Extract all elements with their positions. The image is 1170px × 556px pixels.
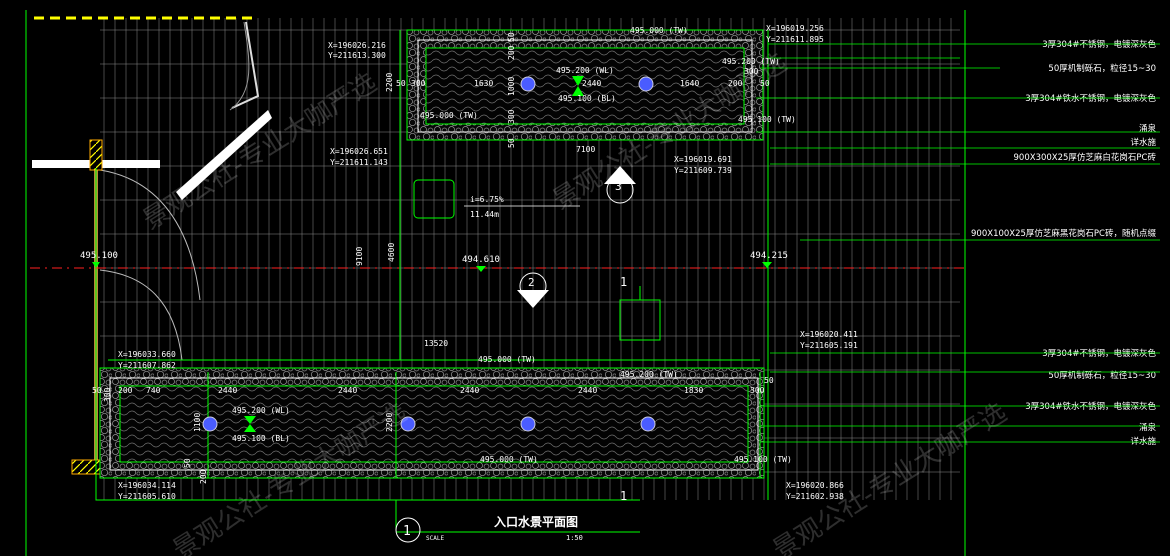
level-right: 494.215 <box>750 251 788 261</box>
coord-f-x: X=196020.411 <box>800 330 858 339</box>
bot-tw-top: 495.000 (TW) <box>478 355 536 364</box>
dim-top-4: 1640 <box>680 79 699 88</box>
annotation-layer: 495.100 494.610 494.215 495.000 (TW) 495… <box>80 24 1160 556</box>
dim-bot-6: 2440 <box>578 386 597 395</box>
detail-ref-2: 2 <box>517 272 549 308</box>
dim-bot-8: 300 <box>750 386 765 395</box>
top-wl: 495.200 (WL) <box>556 66 614 75</box>
coord-h-x: X=196020.866 <box>786 481 844 490</box>
note-top-4: 详水施 <box>1130 137 1156 148</box>
dim-top-v5: 50 <box>507 138 516 148</box>
dim-top-v3: 1000 <box>507 77 516 96</box>
dim-bot-5: 2440 <box>460 386 479 395</box>
note-bot-3: 涌泉 <box>1139 422 1157 433</box>
coord-b-x: X=196019.256 <box>766 24 824 33</box>
level-marker <box>92 262 100 268</box>
dim-bot-v1: 1100 <box>193 413 202 432</box>
coord-b-y: Y=211611.895 <box>766 35 824 44</box>
section-mark-bottom: 1 <box>620 489 627 503</box>
coord-g-x: X=196034.114 <box>118 481 176 490</box>
dimension-labels: 50 300 1630 2440 1640 200 300 50 7100 22… <box>92 32 774 484</box>
dim-bot-7: 1830 <box>684 386 703 395</box>
bot-tw-br: 495.100 (TW) <box>734 455 792 464</box>
note-top-1: 50厚机制砾石，粒径15~30 <box>1048 63 1156 74</box>
note-bot-4: 详水施 <box>1130 436 1156 447</box>
top-tw-br: 495.100 (TW) <box>738 115 796 124</box>
coord-a-x: X=196026.216 <box>328 41 386 50</box>
title-block: 1 入口水景平面图 SCALE 1:50 <box>395 514 583 543</box>
dim-top-2: 1630 <box>474 79 493 88</box>
coord-f-y: Y=211605.191 <box>800 341 858 350</box>
coord-g-y: Y=211605.610 <box>118 492 176 501</box>
level-left: 495.100 <box>80 251 118 261</box>
coord-a-y: Y=211613.300 <box>328 51 386 60</box>
material-notes-top: 3厚304#不锈钢，电镀深灰色 50厚机制砾石，粒径15~30 3厚304#铁水… <box>1014 39 1157 163</box>
note-top-0: 3厚304#不锈钢，电镀深灰色 <box>1042 39 1156 50</box>
dim-bot-v0: 300 <box>103 387 112 402</box>
top-tw-top: 495.000 (TW) <box>630 26 688 35</box>
slope-len: 11.44m <box>470 210 499 219</box>
level-marker <box>762 262 772 268</box>
coord-e-y: Y=211607.862 <box>118 361 176 370</box>
dim-bot-v2: 50 <box>183 458 192 468</box>
dim-top-v4: 300 <box>507 109 516 124</box>
bot-tw-right: 495.200 (TW) <box>620 370 678 379</box>
dim-top-width: 7100 <box>576 145 595 154</box>
coord-d-x: X=196019.691 <box>674 155 732 164</box>
dim-bot-v3: 200 <box>199 469 208 484</box>
dim-bot-1: 200 <box>118 386 133 395</box>
dim-bot-9: 50 <box>764 376 774 385</box>
coord-e-x: X=196033.660 <box>118 350 176 359</box>
note-top-5: 900X300X25厚仿芝麻白花岗石PC砖 <box>1014 152 1157 163</box>
scale-value: 1:50 <box>566 534 583 542</box>
detail-ref-2-num: 2 <box>528 276 535 289</box>
bot-wl: 495.200 (WL) <box>232 406 290 415</box>
dim-top-v0: 2200 <box>385 73 394 92</box>
level-mid: 494.610 <box>462 255 500 265</box>
top-bl: 495.100 (BL) <box>558 94 616 103</box>
cad-drawing: 495.100 494.610 494.215 495.000 (TW) 495… <box>0 0 1170 556</box>
coord-d-y: Y=211609.739 <box>674 166 732 175</box>
bot-tw-bottom: 495.000 (TW) <box>480 455 538 464</box>
watermark-4: 景观公社-专业大咖严选 <box>768 398 1012 556</box>
sheet-number: 1 <box>403 524 411 539</box>
dim-bot-0: 50 <box>92 386 102 395</box>
dim-bot-2: 740 <box>146 386 161 395</box>
dim-bot-3: 2440 <box>218 386 237 395</box>
dim-top-v2: 200 <box>507 45 516 60</box>
note-bot-2: 3厚304#铁水不锈钢，电镀深灰色 <box>1025 401 1156 412</box>
level-marker <box>476 266 486 272</box>
dim-bot-4: 2440 <box>338 386 357 395</box>
scale-word: SCALE <box>426 535 444 542</box>
note-mid: 900X100X25厚仿芝麻黑花岗石PC砖，随机点缀 <box>971 228 1156 239</box>
top-tw-bottom: 495.000 (TW) <box>420 111 478 120</box>
note-bot-0: 3厚304#不锈钢，电镀深灰色 <box>1042 348 1156 359</box>
dim-mid-v0: 9100 <box>355 247 364 266</box>
material-notes-bottom: 3厚304#不锈钢，电镀深灰色 50厚机制砾石，粒径15~30 3厚304#铁水… <box>1025 348 1156 447</box>
dim-top-0: 50 <box>396 79 406 88</box>
section-mark-top: 1 <box>620 275 627 289</box>
dim-mid-v1: 4600 <box>387 243 396 262</box>
slope-pct: i=6.75% <box>470 195 504 204</box>
coord-c-y: Y=211611.143 <box>330 158 388 167</box>
dim-top-3: 2440 <box>582 79 601 88</box>
dim-top-1: 300 <box>411 79 426 88</box>
dim-mid-h: 13520 <box>424 339 448 348</box>
drawing-title: 入口水景平面图 <box>494 514 578 529</box>
dim-top-v1: 50 <box>507 32 516 42</box>
wl-marker <box>244 416 256 432</box>
bot-bl: 495.100 (BL) <box>232 434 290 443</box>
note-top-2: 3厚304#铁水不锈钢，电镀深灰色 <box>1025 93 1156 104</box>
coord-c-x: X=196026.651 <box>330 147 388 156</box>
